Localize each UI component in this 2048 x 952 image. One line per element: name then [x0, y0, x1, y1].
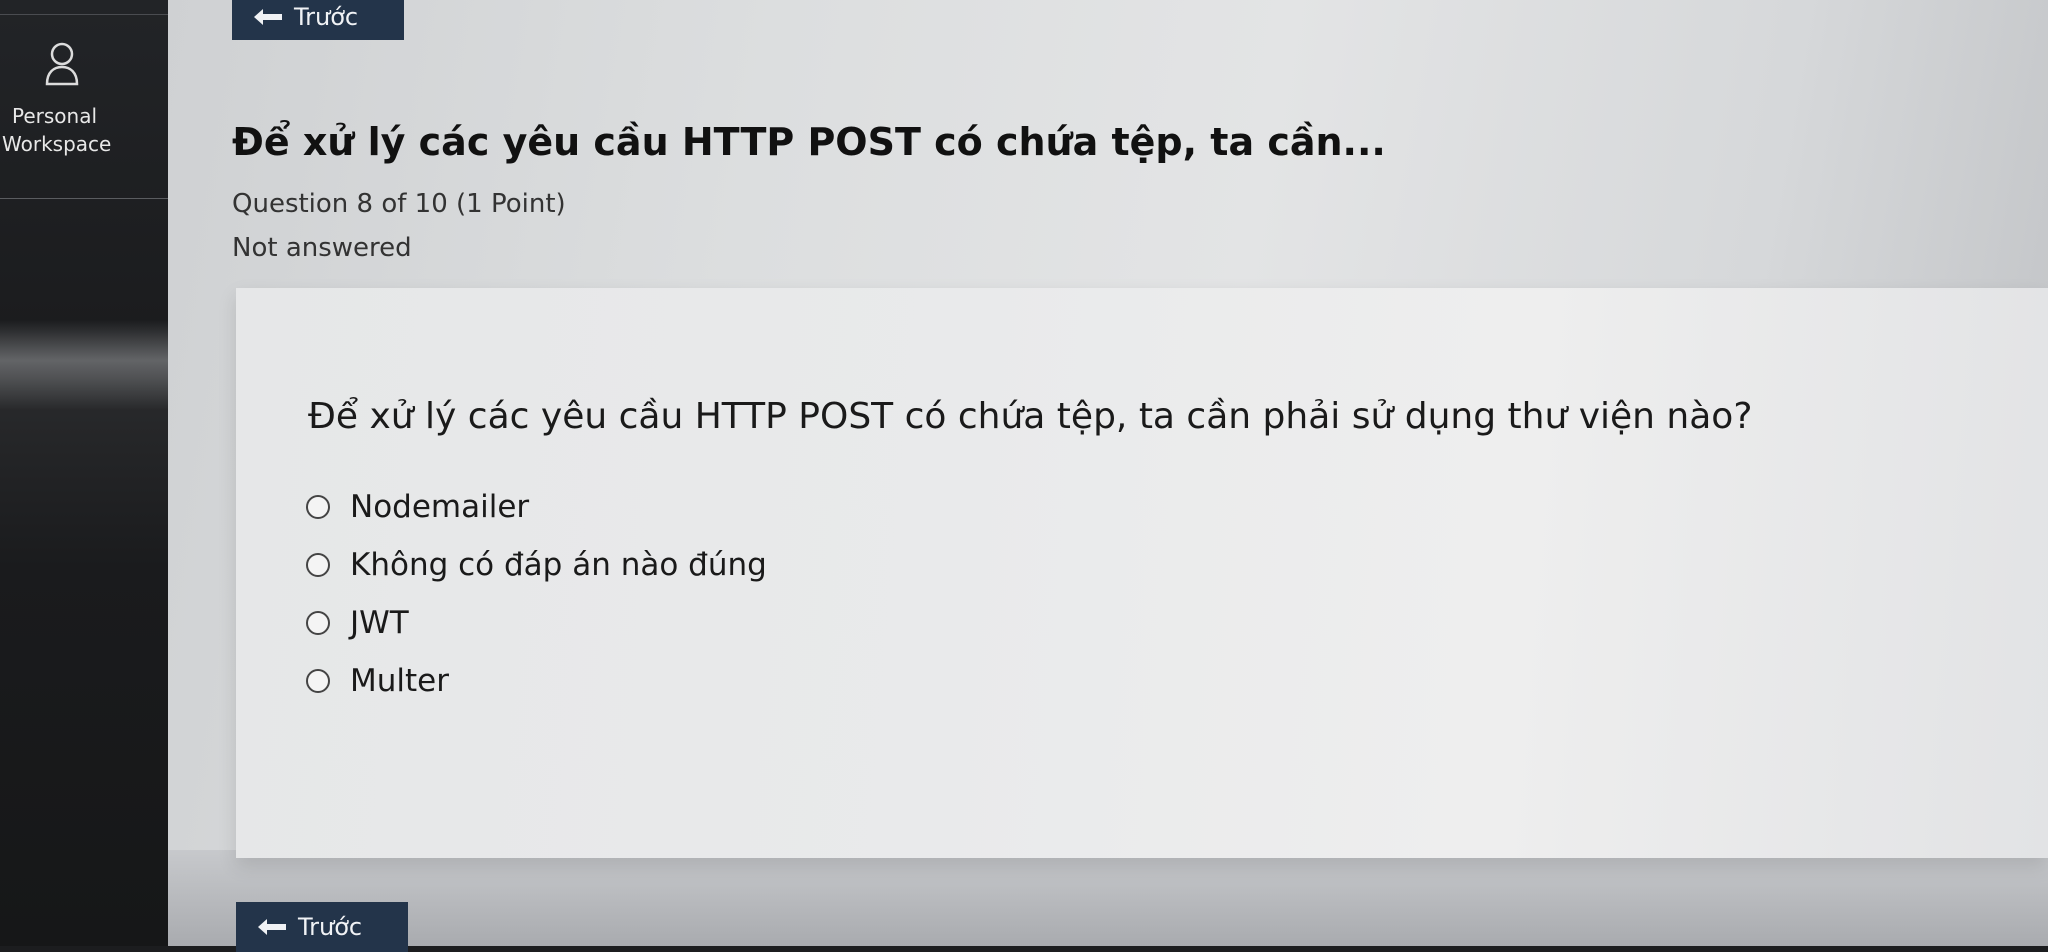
option-label: Multer	[350, 663, 449, 699]
radio-button[interactable]	[306, 611, 330, 635]
previous-button-top[interactable]: Trước	[232, 0, 404, 40]
previous-button-label: Trước	[294, 3, 359, 31]
user-icon	[45, 42, 79, 86]
question-number: Question 8 of 10 (1 Point)	[232, 189, 566, 219]
option-label: Nodemailer	[350, 489, 530, 525]
radio-button[interactable]	[306, 669, 330, 693]
answer-status: Not answered	[232, 233, 412, 263]
previous-button-bottom[interactable]: Trước	[236, 902, 408, 952]
sidebar-divider	[0, 198, 168, 199]
workspace-label: Personal Workspace	[0, 102, 130, 158]
sidebar: Personal Workspace	[0, 0, 168, 946]
question-text: Để xử lý các yêu cầu HTTP POST có chứa t…	[308, 396, 1753, 437]
workspace-label-line1: Personal	[12, 104, 98, 128]
question-title: Để xử lý các yêu cầu HTTP POST có chứa t…	[232, 120, 1386, 164]
previous-button-label: Trước	[298, 913, 363, 941]
radio-button[interactable]	[306, 553, 330, 577]
question-meta: Question 8 of 10 (1 Point) Not answered	[232, 182, 566, 270]
answer-options: Nodemailer Không có đáp án nào đúng JWT …	[306, 478, 767, 710]
question-card: Để xử lý các yêu cầu HTTP POST có chứa t…	[236, 288, 2048, 858]
answer-option[interactable]: Multer	[306, 652, 767, 710]
radio-button[interactable]	[306, 495, 330, 519]
answer-option[interactable]: Nodemailer	[306, 478, 767, 536]
workspace-label-line2: Workspace	[2, 132, 112, 156]
screen-glare	[0, 320, 168, 410]
option-label: JWT	[350, 605, 409, 641]
option-label: Không có đáp án nào đúng	[350, 547, 767, 583]
arrow-left-icon	[258, 919, 286, 935]
answer-option[interactable]: JWT	[306, 594, 767, 652]
answer-option[interactable]: Không có đáp án nào đúng	[306, 536, 767, 594]
arrow-left-icon	[254, 9, 282, 25]
sidebar-divider	[0, 14, 168, 15]
footer-area	[168, 850, 2048, 946]
